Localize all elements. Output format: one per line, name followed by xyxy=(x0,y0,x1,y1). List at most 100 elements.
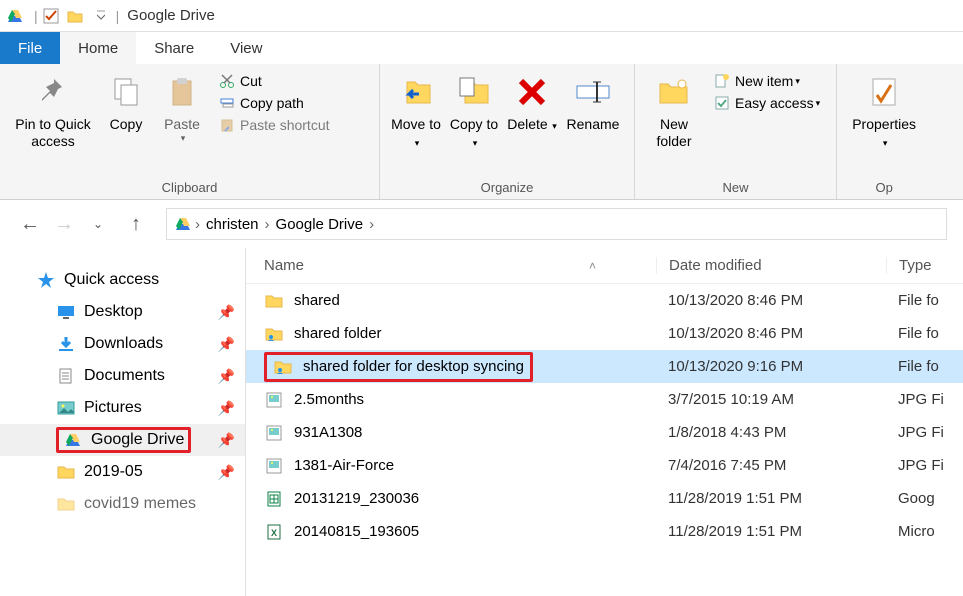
delete-button[interactable]: Delete ▾ xyxy=(504,68,560,137)
file-date: 10/13/2020 9:16 PM xyxy=(656,358,886,375)
group-label-new: New xyxy=(643,178,828,197)
new-item-button[interactable]: New item ▾ xyxy=(709,70,824,92)
group-label-clipboard: Clipboard xyxy=(8,178,371,197)
column-date[interactable]: Date modified xyxy=(656,257,886,274)
easy-access-button[interactable]: Easy access ▾ xyxy=(709,92,824,114)
pin-icon: 📌 xyxy=(218,464,235,481)
file-date: 7/4/2016 7:45 PM xyxy=(656,457,886,474)
menu-tabs: File Home Share View xyxy=(0,32,963,64)
desktop-icon xyxy=(56,302,76,322)
image-icon xyxy=(264,390,284,410)
pictures-icon xyxy=(56,398,76,418)
tab-file[interactable]: File xyxy=(0,32,60,64)
tab-home[interactable]: Home xyxy=(60,32,136,64)
paste-shortcut-icon xyxy=(218,116,236,134)
qat-dropdown-icon[interactable] xyxy=(94,6,108,26)
file-type: JPG Fi xyxy=(886,424,963,441)
chevron-right-icon[interactable]: › xyxy=(369,216,374,233)
file-row[interactable]: 1381-Air-Force7/4/2016 7:45 PMJPG Fi xyxy=(246,449,963,482)
file-date: 3/7/2015 10:19 AM xyxy=(656,391,886,408)
file-row[interactable]: 2.5months3/7/2015 10:19 AMJPG Fi xyxy=(246,383,963,416)
file-row[interactable]: shared folder10/13/2020 8:46 PMFile fo xyxy=(246,317,963,350)
file-name: 20131219_230036 xyxy=(294,490,419,507)
copy-to-icon xyxy=(455,72,495,112)
file-row[interactable]: X20140815_19360511/28/2019 1:51 PMMicro xyxy=(246,515,963,548)
drive-icon xyxy=(6,7,24,25)
sidebar-desktop[interactable]: Desktop 📌 xyxy=(0,296,245,328)
file-type: Goog xyxy=(886,490,963,507)
cut-button[interactable]: Cut xyxy=(214,70,334,92)
pin-icon: 📌 xyxy=(218,336,235,353)
sidebar-downloads[interactable]: Downloads 📌 xyxy=(0,328,245,360)
copy-icon xyxy=(106,72,146,112)
excel-icon: X xyxy=(264,522,284,542)
file-name: shared folder xyxy=(294,325,382,342)
properties-icon xyxy=(864,72,904,112)
sidebar-google-drive[interactable]: Google Drive 📌 xyxy=(0,424,245,456)
sharedfolder-icon xyxy=(273,357,293,377)
breadcrumb-segment[interactable]: christen xyxy=(200,216,265,233)
ribbon-group-new: New folder New item ▾ Easy access ▾ New xyxy=(635,64,837,199)
paste-button[interactable]: Paste ▾ xyxy=(154,68,210,148)
rename-button[interactable]: Rename xyxy=(560,68,626,137)
file-row[interactable]: 20131219_230036 11/28/2019 1:51 PMGoog xyxy=(246,482,963,515)
file-date: 10/13/2020 8:46 PM xyxy=(656,292,886,309)
properties-button[interactable]: Properties▾ xyxy=(845,68,923,154)
svg-text:X: X xyxy=(271,528,277,538)
qat-checkbox-icon[interactable] xyxy=(42,7,60,25)
file-type: File fo xyxy=(886,358,963,375)
tab-share[interactable]: Share xyxy=(136,32,212,64)
documents-icon xyxy=(56,366,76,386)
copy-button[interactable]: Copy xyxy=(98,68,154,137)
ribbon-group-open: Properties▾ Op xyxy=(837,64,931,199)
copy-to-button[interactable]: Copy to ▾ xyxy=(446,68,504,154)
file-date: 11/28/2019 1:51 PM xyxy=(656,490,886,507)
paste-shortcut-button[interactable]: Paste shortcut xyxy=(214,114,334,136)
sidebar-pictures[interactable]: Pictures 📌 xyxy=(0,392,245,424)
pin-quick-access-button[interactable]: Pin to Quick access xyxy=(8,68,98,154)
move-to-icon xyxy=(397,72,437,112)
tab-view[interactable]: View xyxy=(212,32,280,64)
pin-icon: 📌 xyxy=(218,368,235,385)
sidebar-documents[interactable]: Documents 📌 xyxy=(0,360,245,392)
file-type: JPG Fi xyxy=(886,457,963,474)
paste-icon xyxy=(162,72,202,112)
file-row[interactable]: shared10/13/2020 8:46 PMFile fo xyxy=(246,284,963,317)
pin-icon: 📌 xyxy=(218,400,235,417)
sidebar-2019-05[interactable]: 2019-05 📌 xyxy=(0,456,245,488)
column-name[interactable]: Name ˄ xyxy=(246,257,656,274)
back-button[interactable]: ← xyxy=(16,210,44,238)
file-name: 931A1308 xyxy=(294,424,362,441)
new-folder-button[interactable]: New folder xyxy=(643,68,705,154)
ribbon-group-organize: Move to ▾ Copy to ▾ Delete ▾ Rename xyxy=(380,64,635,199)
file-row[interactable]: shared folder for desktop syncing10/13/2… xyxy=(246,350,963,383)
up-button[interactable]: ↑ xyxy=(122,210,150,238)
breadcrumb[interactable]: › christen › Google Drive › xyxy=(166,208,947,240)
history-dropdown[interactable]: ⌄ xyxy=(84,210,112,238)
drive-icon xyxy=(173,214,193,234)
folder-icon xyxy=(264,291,284,311)
drive-icon xyxy=(63,430,83,450)
title-bar: | | Google Drive xyxy=(0,0,963,32)
download-icon xyxy=(56,334,76,354)
column-type[interactable]: Type xyxy=(886,257,963,274)
file-row[interactable]: 931A13081/8/2018 4:43 PMJPG Fi xyxy=(246,416,963,449)
forward-button[interactable]: → xyxy=(50,210,78,238)
move-to-button[interactable]: Move to ▾ xyxy=(388,68,446,154)
sharedfolder-icon xyxy=(264,324,284,344)
sidebar-quick-access[interactable]: Quick access xyxy=(0,264,245,296)
pin-icon xyxy=(33,72,73,112)
column-headers[interactable]: Name ˄ Date modified Type xyxy=(246,248,963,284)
rename-icon xyxy=(573,72,613,112)
qat-folder-icon[interactable] xyxy=(66,7,84,25)
copy-path-button[interactable]: Copy path xyxy=(214,92,334,114)
breadcrumb-segment[interactable]: Google Drive xyxy=(270,216,370,233)
file-name: 2.5months xyxy=(294,391,364,408)
navigation-bar: ← → ⌄ ↑ › christen › Google Drive › xyxy=(0,200,963,248)
delete-x-icon xyxy=(512,72,552,112)
easy-access-icon xyxy=(713,94,731,112)
sidebar-covid19[interactable]: covid19 memes xyxy=(0,488,245,520)
new-item-icon xyxy=(713,72,731,90)
main-area: Quick access Desktop 📌 Downloads 📌 Docum… xyxy=(0,248,963,596)
pin-icon: 📌 xyxy=(218,304,235,321)
